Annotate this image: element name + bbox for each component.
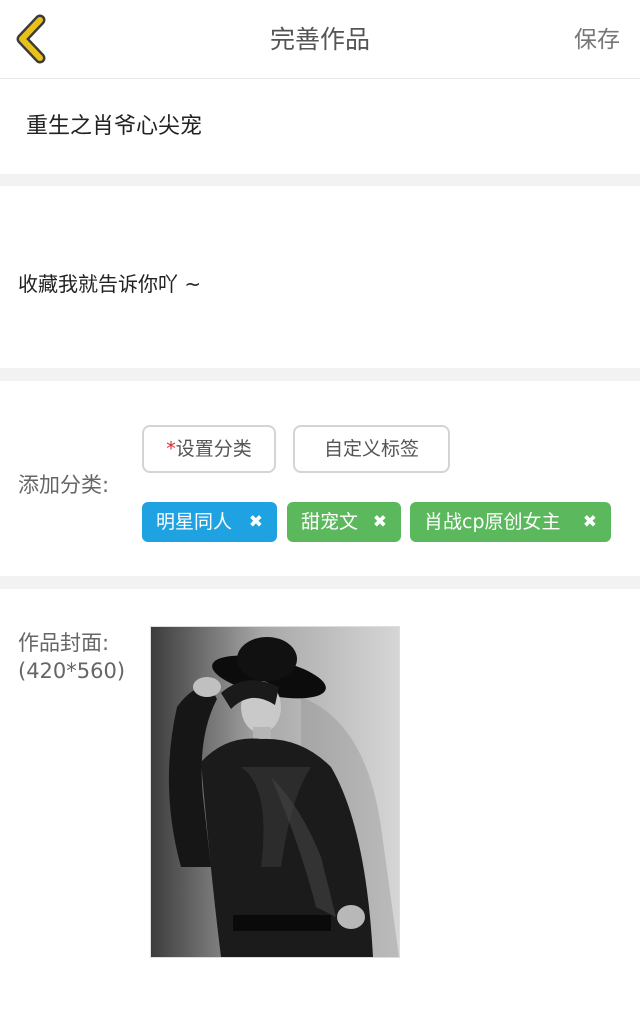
- category-tag[interactable]: 明星同人 ✖: [142, 502, 277, 542]
- category-label: 添加分类:: [18, 473, 110, 497]
- tag-label: 肖战cp原创女主: [424, 511, 561, 533]
- description-textarea[interactable]: 收藏我就告诉你吖 ~: [18, 268, 201, 297]
- category-section: 添加分类: *设置分类 自定义标签 明星同人 ✖ 甜宠文 ✖ 肖战cp原创女主 …: [0, 381, 640, 576]
- remove-tag-icon[interactable]: ✖: [249, 502, 263, 542]
- cover-label-size: (420*560): [18, 659, 126, 683]
- cover-label: 作品封面: (420*560): [18, 629, 125, 685]
- header-bar: 完善作品 保存: [0, 0, 640, 79]
- save-button[interactable]: 保存: [574, 0, 620, 78]
- page-title: 完善作品: [269, 25, 370, 54]
- required-mark: *: [166, 438, 176, 460]
- tag-label: 甜宠文: [301, 511, 359, 533]
- cover-image[interactable]: [150, 626, 400, 958]
- work-title-input[interactable]: 重生之肖爷心尖宠: [26, 79, 202, 174]
- custom-tag-button[interactable]: 自定义标签: [293, 425, 450, 473]
- work-title-section: 重生之肖爷心尖宠: [0, 79, 640, 174]
- set-category-label: 设置分类: [175, 438, 252, 460]
- remove-tag-icon[interactable]: ✖: [583, 502, 597, 542]
- section-divider: [0, 368, 640, 381]
- tag-label: 明星同人: [156, 511, 233, 533]
- cover-photo: [151, 627, 399, 957]
- set-category-button[interactable]: *设置分类: [142, 425, 276, 473]
- description-section: 收藏我就告诉你吖 ~: [0, 186, 640, 368]
- cover-label-title: 作品封面:: [18, 631, 110, 655]
- cover-section: 作品封面: (420*560): [0, 589, 640, 1025]
- category-tag[interactable]: 甜宠文 ✖: [287, 502, 401, 542]
- section-divider: [0, 174, 640, 186]
- section-divider: [0, 576, 640, 589]
- category-tag[interactable]: 肖战cp原创女主 ✖: [410, 502, 611, 542]
- remove-tag-icon[interactable]: ✖: [373, 502, 387, 542]
